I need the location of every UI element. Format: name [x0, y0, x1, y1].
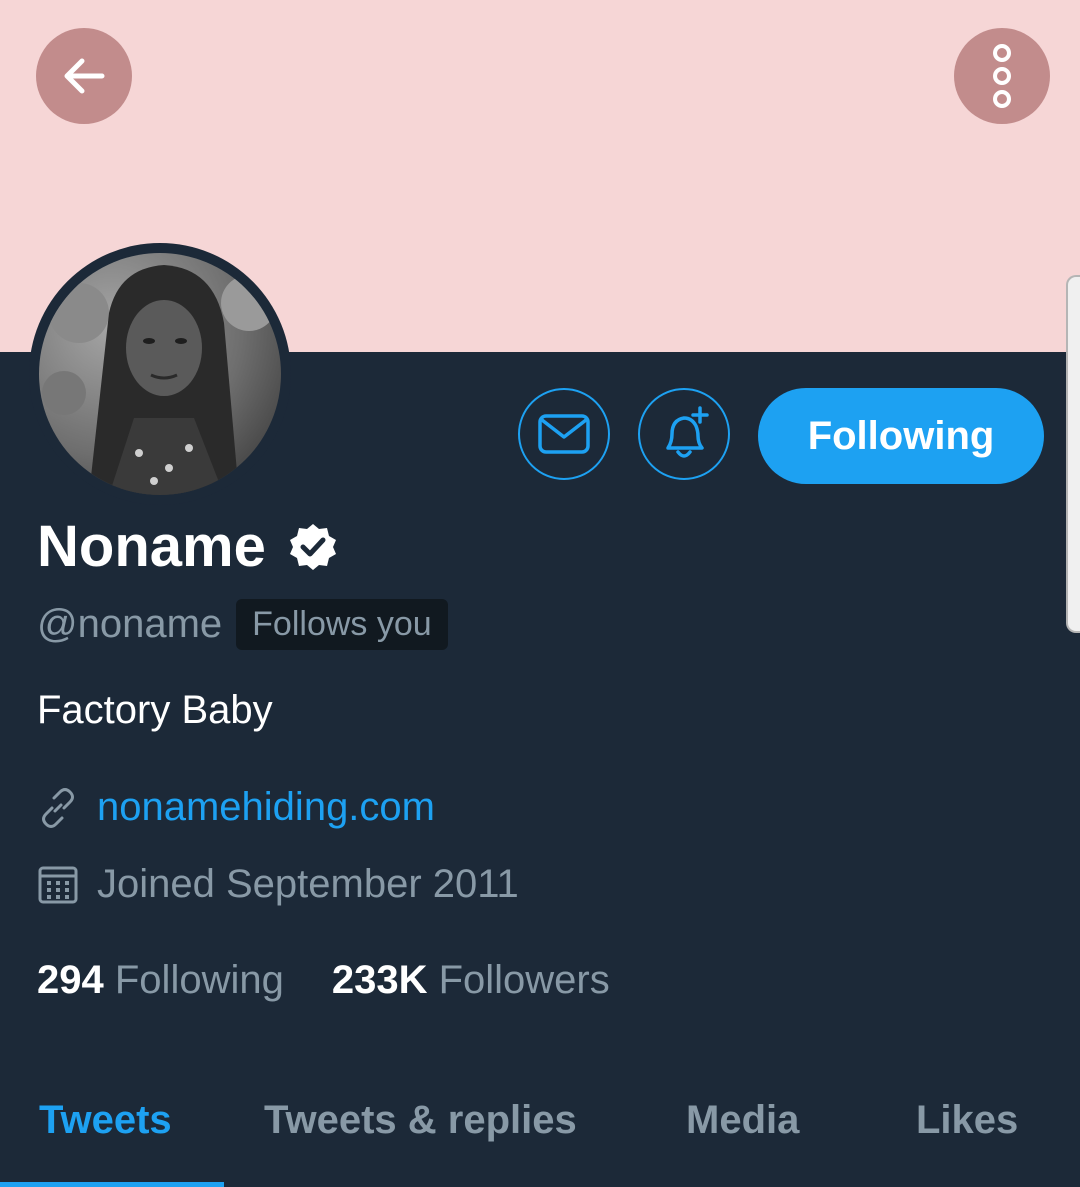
following-count: 294 — [37, 958, 104, 1002]
user-handle: @noname — [37, 601, 223, 646]
tab-tweets-and-replies[interactable]: Tweets & replies — [264, 1098, 577, 1143]
website-row: nonamehiding.com — [37, 785, 435, 830]
more-options-button[interactable] — [954, 28, 1050, 124]
avatar[interactable] — [29, 243, 291, 505]
joined-row: Joined September 2011 — [37, 862, 519, 907]
tab-media[interactable]: Media — [686, 1098, 799, 1143]
back-button[interactable] — [36, 28, 132, 124]
handle-row: @noname Follows you — [37, 596, 448, 652]
scrollbar-handle[interactable] — [1066, 275, 1080, 633]
followers-label: Followers — [438, 958, 610, 1002]
following-stat[interactable]: 294 Following — [37, 958, 284, 1003]
website-link[interactable]: nonamehiding.com — [97, 785, 435, 830]
display-name: Noname — [37, 514, 266, 579]
arrow-left-icon — [64, 58, 105, 94]
verified-badge-icon — [289, 524, 336, 570]
tab-tweets[interactable]: Tweets — [39, 1098, 172, 1143]
profile-tabs: Tweets Tweets & replies Media Likes — [0, 1080, 1080, 1187]
envelope-icon — [538, 414, 590, 454]
followers-stat[interactable]: 233K Followers — [332, 958, 610, 1003]
joined-date: Joined September 2011 — [97, 862, 519, 906]
notifications-button[interactable] — [638, 388, 730, 480]
avatar-photo — [39, 253, 281, 495]
bell-plus-icon — [666, 406, 709, 458]
link-icon — [42, 787, 74, 828]
message-button[interactable] — [518, 388, 610, 480]
calendar-icon — [38, 866, 78, 903]
follows-you-badge: Follows you — [236, 598, 448, 650]
tab-likes[interactable]: Likes — [916, 1098, 1018, 1143]
more-vertical-icon — [993, 44, 1011, 108]
display-name-row: Noname — [37, 512, 338, 582]
active-tab-indicator — [0, 1182, 224, 1187]
follow-stats: 294 Following 233K Followers — [37, 958, 610, 1003]
following-button[interactable]: Following — [758, 388, 1044, 484]
following-label: Following — [114, 958, 284, 1002]
profile-screen: Following Noname @noname Follows you Fac… — [0, 0, 1080, 1187]
bio-text: Factory Baby — [37, 688, 273, 732]
followers-count: 233K — [331, 958, 428, 1002]
